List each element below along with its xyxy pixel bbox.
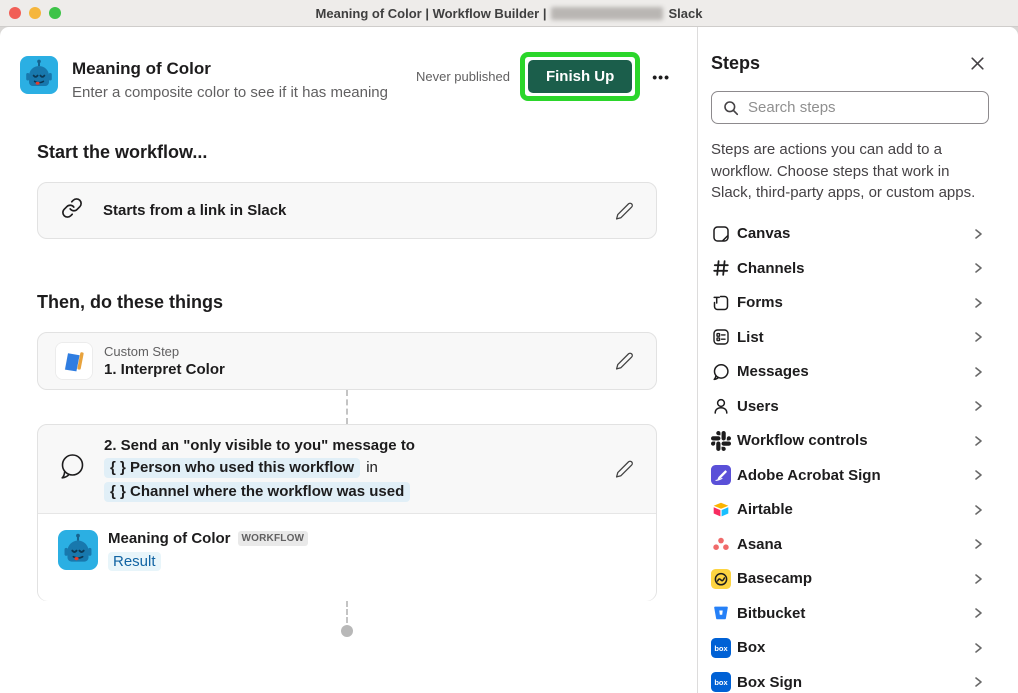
list-icon <box>711 327 731 347</box>
steps-item-channels[interactable]: Channels <box>711 251 1018 286</box>
steps-item-users[interactable]: Users <box>711 389 1018 424</box>
close-window-button[interactable] <box>9 7 21 19</box>
box-sign-icon: box <box>711 672 731 692</box>
steps-item-workflow-controls[interactable]: Workflow controls <box>711 424 1018 459</box>
step2-connector-word: in <box>366 459 378 476</box>
steps-item-basecamp[interactable]: Basecamp <box>711 562 1018 597</box>
steps-item-box-sign[interactable]: box Box Sign <box>711 665 1018 693</box>
variable-chip-person[interactable]: { } Person who used this workflow <box>104 458 360 478</box>
steps-item-asana[interactable]: Asana <box>711 527 1018 562</box>
steps-category-list: Canvas Channels Forms <box>711 217 1018 693</box>
asana-icon <box>711 534 731 554</box>
steps-item-list[interactable]: List <box>711 320 1018 355</box>
trigger-card[interactable]: Starts from a link in Slack <box>37 182 657 239</box>
chevron-right-icon <box>971 503 985 517</box>
more-options-button[interactable]: ••• <box>650 67 672 87</box>
custom-step-app-icon <box>56 343 92 379</box>
macos-titlebar: Meaning of Color | Workflow Builder | Sl… <box>0 0 1018 27</box>
step-card-send-message[interactable]: 2. Send an "only visible to you" message… <box>37 424 657 601</box>
variable-chip-channel[interactable]: { } Channel where the workflow was used <box>104 482 410 502</box>
message-preview: Meaning of Color WORKFLOW Result <box>38 514 656 601</box>
message-bubble-icon <box>58 452 88 487</box>
steps-item-adobe-acrobat-sign[interactable]: Adobe Acrobat Sign <box>711 458 1018 493</box>
step1-title: 1. Interpret Color <box>104 361 225 378</box>
chevron-right-icon <box>971 434 985 448</box>
edit-trigger-button[interactable] <box>613 199 636 222</box>
link-icon <box>61 197 83 224</box>
chevron-right-icon <box>971 330 985 344</box>
chevron-right-icon <box>971 365 985 379</box>
chevron-right-icon <box>971 537 985 551</box>
trigger-section-heading: Start the workflow... <box>37 142 207 163</box>
steps-item-bitbucket[interactable]: Bitbucket <box>711 596 1018 631</box>
users-icon <box>711 396 731 416</box>
steps-section-heading: Then, do these things <box>37 292 223 313</box>
channels-hash-icon <box>711 258 731 278</box>
canvas-icon <box>711 224 731 244</box>
preview-sender-name: Meaning of Color <box>108 530 231 547</box>
workflow-controls-slack-icon <box>711 431 731 451</box>
svg-text:box: box <box>714 644 728 653</box>
steps-item-forms[interactable]: Forms <box>711 286 1018 321</box>
steps-panel-title: Steps <box>711 53 760 74</box>
step-card-interpret-color[interactable]: Custom Step 1. Interpret Color <box>37 332 657 390</box>
steps-item-box[interactable]: box Box <box>711 631 1018 666</box>
step-connector-line <box>346 390 348 424</box>
step2-title: 2. Send an "only visible to you" message… <box>104 437 415 454</box>
forms-icon <box>711 293 731 313</box>
redacted-workspace-name <box>551 7 663 20</box>
workflow-badge: WORKFLOW <box>238 531 309 546</box>
chevron-right-icon <box>971 675 985 689</box>
adobe-acrobat-sign-icon <box>711 465 731 485</box>
steps-item-canvas[interactable]: Canvas <box>711 217 1018 252</box>
window-title: Meaning of Color | Workflow Builder | Sl… <box>316 6 703 21</box>
chevron-right-icon <box>971 261 985 275</box>
workflow-canvas: Meaning of Color Enter a composite color… <box>0 27 697 693</box>
airtable-icon <box>711 500 731 520</box>
bitbucket-icon <box>711 603 731 623</box>
chevron-right-icon <box>971 468 985 482</box>
steps-panel-description: Steps are actions you can add to a workf… <box>711 139 992 204</box>
steps-item-airtable[interactable]: Airtable <box>711 493 1018 528</box>
screen: Meaning of Color | Workflow Builder | Sl… <box>0 0 1018 693</box>
preview-workflow-avatar <box>58 530 98 570</box>
svg-text:box: box <box>714 678 728 687</box>
workflow-end-dot <box>341 625 353 637</box>
search-icon <box>722 99 740 122</box>
chevron-right-icon <box>971 399 985 413</box>
search-steps-input[interactable] <box>711 91 989 124</box>
result-link[interactable]: Result <box>108 552 161 571</box>
edit-step1-button[interactable] <box>613 350 636 373</box>
workflow-builder-window: Meaning of Color Enter a composite color… <box>0 27 1018 693</box>
chevron-right-icon <box>971 641 985 655</box>
zoom-window-button[interactable] <box>49 7 61 19</box>
window-title-prefix: Meaning of Color | Workflow Builder | <box>316 6 547 21</box>
close-panel-button[interactable] <box>967 53 988 74</box>
steps-item-messages[interactable]: Messages <box>711 355 1018 390</box>
box-icon: box <box>711 638 731 658</box>
chevron-right-icon <box>971 296 985 310</box>
window-controls[interactable] <box>9 7 61 19</box>
workflow-avatar <box>20 56 58 94</box>
window-title-suffix: Slack <box>668 6 702 21</box>
step-kind-label: Custom Step <box>104 344 225 359</box>
steps-panel: Steps Steps are actions you can add to a… <box>697 27 1018 693</box>
workflow-subtitle: Enter a composite color to see if it has… <box>72 84 388 101</box>
basecamp-icon <box>711 569 731 589</box>
workflow-title: Meaning of Color <box>72 59 211 79</box>
chevron-right-icon <box>971 227 985 241</box>
trigger-label: Starts from a link in Slack <box>103 202 286 219</box>
annotation-highlight-box: Finish Up <box>520 52 640 101</box>
finish-up-button[interactable]: Finish Up <box>528 60 632 93</box>
edit-step2-button[interactable] <box>613 458 636 481</box>
messages-icon <box>711 362 731 382</box>
chevron-right-icon <box>971 606 985 620</box>
minimize-window-button[interactable] <box>29 7 41 19</box>
end-connector-line <box>346 601 348 623</box>
chevron-right-icon <box>971 572 985 586</box>
publish-status-text: Never published <box>416 69 510 84</box>
